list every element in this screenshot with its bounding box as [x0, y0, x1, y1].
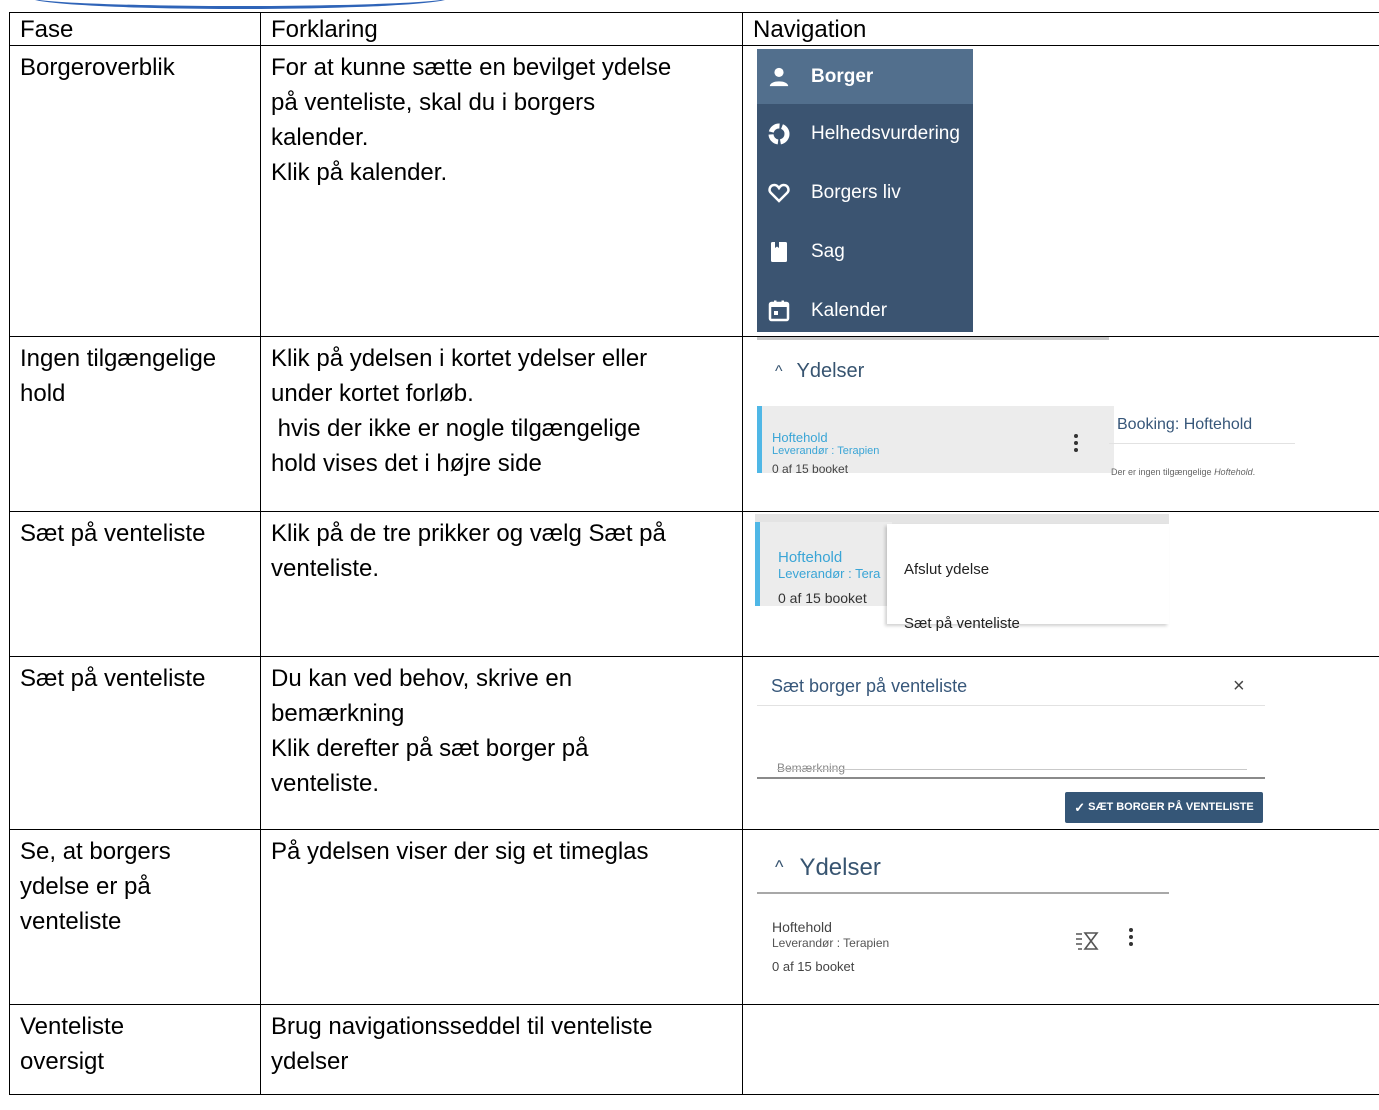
fase-cell: Borgeroverblik: [9, 45, 261, 337]
circle-arrows-icon: [767, 122, 791, 146]
table-row: Sæt på venteliste Klik på de tre prikker…: [9, 511, 1379, 657]
ydelser-header[interactable]: ^ Ydelser: [775, 850, 881, 885]
more-vert-icon[interactable]: [1074, 434, 1078, 452]
forklaring-cell: Du kan ved behov, skrive en bemærkning K…: [260, 656, 743, 830]
navigation-cell: Borger Helhedsvurdering Borgers liv Sag …: [742, 45, 1379, 337]
navigation-cell: ^ Ydelser Hoftehold Leverandør : Terapie…: [742, 336, 1379, 512]
table-row: Ingen tilgængelige hold Klik på ydelsen …: [9, 336, 1379, 512]
header-fase: Fase: [9, 12, 261, 46]
fase-cell: Se, at borgers ydelse er på venteliste: [9, 829, 261, 1005]
person-icon: [767, 65, 791, 89]
ydelser-card-screenshot: ^ Ydelser Hoftehold Leverandør : Terapie…: [757, 337, 1114, 478]
sidebar-item-label: Kalender: [811, 300, 888, 321]
fase-cell: Sæt på venteliste: [9, 511, 261, 657]
list-item[interactable]: Hoftehold Leverandør : Tera 0 af 15 book…: [755, 522, 892, 606]
forklaring-cell: Klik på ydelsen i kortet ydelser eller u…: [260, 336, 743, 512]
empty-message: Der er ingen tilgængelige Hoftehold.: [1111, 467, 1256, 477]
context-menu-screenshot: Hoftehold Leverandør : Tera 0 af 15 book…: [755, 513, 1169, 632]
heart-icon: [767, 181, 791, 205]
sidebar-item-label: Borgers liv: [811, 182, 901, 203]
fase-cell: Venteliste oversigt: [9, 1004, 261, 1095]
navigation-cell: [742, 1004, 1379, 1095]
sidebar-item-kalender[interactable]: Kalender: [757, 281, 973, 336]
list-item[interactable]: Hoftehold Leverandør : Terapien 0 af 15 …: [757, 406, 1114, 476]
header-row: Fase Forklaring Navigation: [9, 12, 1379, 46]
guide-table: Fase Forklaring Navigation Borgeroverbli…: [9, 12, 1379, 1095]
close-icon[interactable]: ×: [1233, 669, 1245, 704]
header-forklaring: Forklaring: [260, 12, 743, 46]
sidebar-item-borgers-liv[interactable]: Borgers liv: [757, 163, 973, 222]
book-icon: [767, 240, 791, 264]
forklaring-cell: Klik på de tre prikker og vælg Sæt på ve…: [260, 511, 743, 657]
sidebar-item-sag[interactable]: Sag: [757, 222, 973, 281]
sidebar-item-borger[interactable]: Borger: [757, 49, 973, 104]
saet-borger-paa-venteliste-button[interactable]: ✓ SÆT BORGER PÅ VENTELISTE: [1065, 792, 1263, 823]
menu-item-saet-paa-venteliste[interactable]: Sæt på venteliste: [904, 606, 1020, 641]
heading-fragment: [0, 0, 1379, 10]
dialog-title: Sæt borger på venteliste: [771, 676, 968, 696]
navigation-cell: Sæt borger på venteliste × Bemærkning ✓ S…: [742, 656, 1379, 830]
waitlist-dialog-screenshot: Sæt borger på venteliste × Bemærkning ✓ S…: [757, 661, 1265, 823]
menu-item-afslut-ydelse[interactable]: Afslut ydelse: [904, 552, 989, 587]
list-item[interactable]: Hoftehold Leverandør : Terapien 0 af 15 …: [757, 896, 1169, 980]
navigation-cell: ^ Ydelser Hoftehold Leverandør : Terapie…: [742, 829, 1379, 1005]
sidebar-item-helhedsvurdering[interactable]: Helhedsvurdering: [757, 104, 973, 163]
ydelser-waitlist-screenshot: ^ Ydelser Hoftehold Leverandør : Terapie…: [757, 831, 1169, 981]
fase-cell: Sæt på venteliste: [9, 656, 261, 830]
header-navigation: Navigation: [742, 12, 1379, 46]
forklaring-cell: For at kunne sætte en bevilget ydelse på…: [260, 45, 743, 337]
fase-cell: Ingen tilgængelige hold: [9, 336, 261, 512]
table-row: Sæt på venteliste Du kan ved behov, skri…: [9, 656, 1379, 830]
sidebar-item-label: Helhedsvurdering: [811, 123, 960, 144]
booking-panel-screenshot: Booking: Hoftehold Der er ingen tilgænge…: [1109, 397, 1299, 477]
check-icon: ✓: [1074, 800, 1086, 815]
chevron-up-icon: ^: [775, 362, 783, 380]
sidebar-item-label: Sag: [811, 241, 845, 262]
ydelser-header[interactable]: ^ Ydelser: [757, 340, 1109, 402]
context-menu: Afslut ydelse Sæt på venteliste: [887, 524, 1169, 632]
forklaring-cell: På ydelsen viser der sig et timeglas: [260, 829, 743, 1005]
sidebar-screenshot: Borger Helhedsvurdering Borgers liv Sag …: [757, 49, 973, 332]
navigation-cell: Hoftehold Leverandør : Tera 0 af 15 book…: [742, 511, 1379, 657]
forklaring-cell: Brug navigationsseddel til venteliste yd…: [260, 1004, 743, 1095]
table-row: Venteliste oversigt Brug navigationssedd…: [9, 1004, 1379, 1095]
calendar-icon: [767, 299, 791, 323]
hourglass-waitlist-icon[interactable]: [1075, 926, 1099, 950]
table-row: Se, at borgers ydelse er på venteliste P…: [9, 829, 1379, 1005]
chevron-up-icon: ^: [775, 857, 784, 877]
table-row: Borgeroverblik For at kunne sætte en bev…: [9, 45, 1379, 337]
sidebar-item-label: Borger: [811, 66, 874, 87]
more-vert-icon[interactable]: [1129, 928, 1133, 946]
